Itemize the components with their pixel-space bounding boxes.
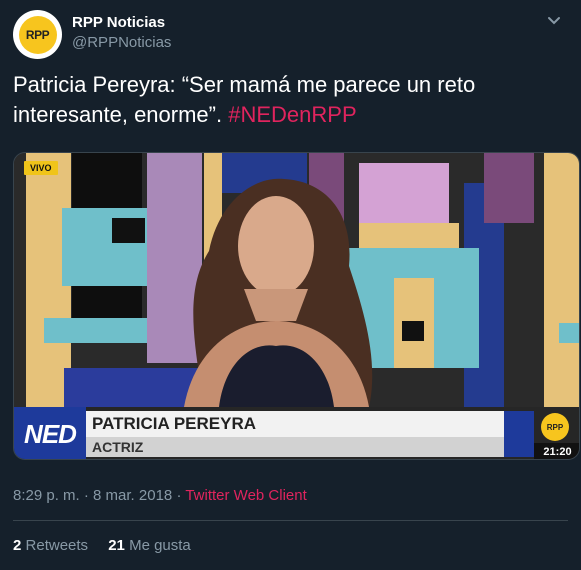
video-thumbnail[interactable]: VIVO NED PATRICIA PEREYRA ACTRIZ RPP 21:… xyxy=(13,152,580,460)
chevron-down-icon[interactable] xyxy=(546,12,562,28)
tweet-text: Patricia Pereyra: “Ser mamá me parece un… xyxy=(13,70,568,130)
tweet-meta: 8:29 p. m. · 8 mar. 2018 · Twitter Web C… xyxy=(13,487,307,504)
background-panel xyxy=(544,153,579,407)
rpp-logo: RPP xyxy=(18,15,57,54)
author-name[interactable]: RPP Noticias xyxy=(72,14,165,31)
channel-logo: RPP xyxy=(541,413,569,441)
guest-name: PATRICIA PEREYRA xyxy=(86,411,504,437)
divider xyxy=(13,520,568,521)
background-panel xyxy=(402,321,424,341)
meta-separator: · xyxy=(176,487,182,504)
author-handle[interactable]: @RPPNoticias xyxy=(72,34,171,51)
guest-figure xyxy=(184,178,373,407)
show-logo: NED xyxy=(14,407,86,459)
background-panel xyxy=(484,153,534,223)
lower-third: NED PATRICIA PEREYRA ACTRIZ RPP 21:20 xyxy=(14,407,579,459)
retweets-stat[interactable]: 2 Retweets xyxy=(13,537,92,554)
client-link[interactable]: Twitter Web Client xyxy=(185,487,306,504)
likes-stat[interactable]: 21 Me gusta xyxy=(108,537,191,554)
likes-label: Me gusta xyxy=(129,537,191,554)
background-panel xyxy=(112,218,145,243)
likes-count: 21 xyxy=(108,537,125,554)
tweet-stats: 2 Retweets 21 Me gusta xyxy=(13,537,207,554)
broadcast-clock: 21:20 xyxy=(534,443,579,459)
timestamp[interactable]: 8:29 p. m. · 8 mar. 2018 xyxy=(13,487,172,504)
lower-third-accent xyxy=(504,411,534,457)
retweets-count: 2 xyxy=(13,537,22,554)
avatar[interactable]: RPP xyxy=(13,10,62,59)
guest-role: ACTRIZ xyxy=(86,437,504,457)
tweet-header: RPP RPP Noticias @RPPNoticias xyxy=(13,10,568,60)
background-panel xyxy=(559,323,579,343)
live-badge: VIVO xyxy=(24,161,58,175)
hashtag-link[interactable]: #NEDenRPP xyxy=(228,102,356,127)
retweets-label: Retweets xyxy=(25,537,89,554)
